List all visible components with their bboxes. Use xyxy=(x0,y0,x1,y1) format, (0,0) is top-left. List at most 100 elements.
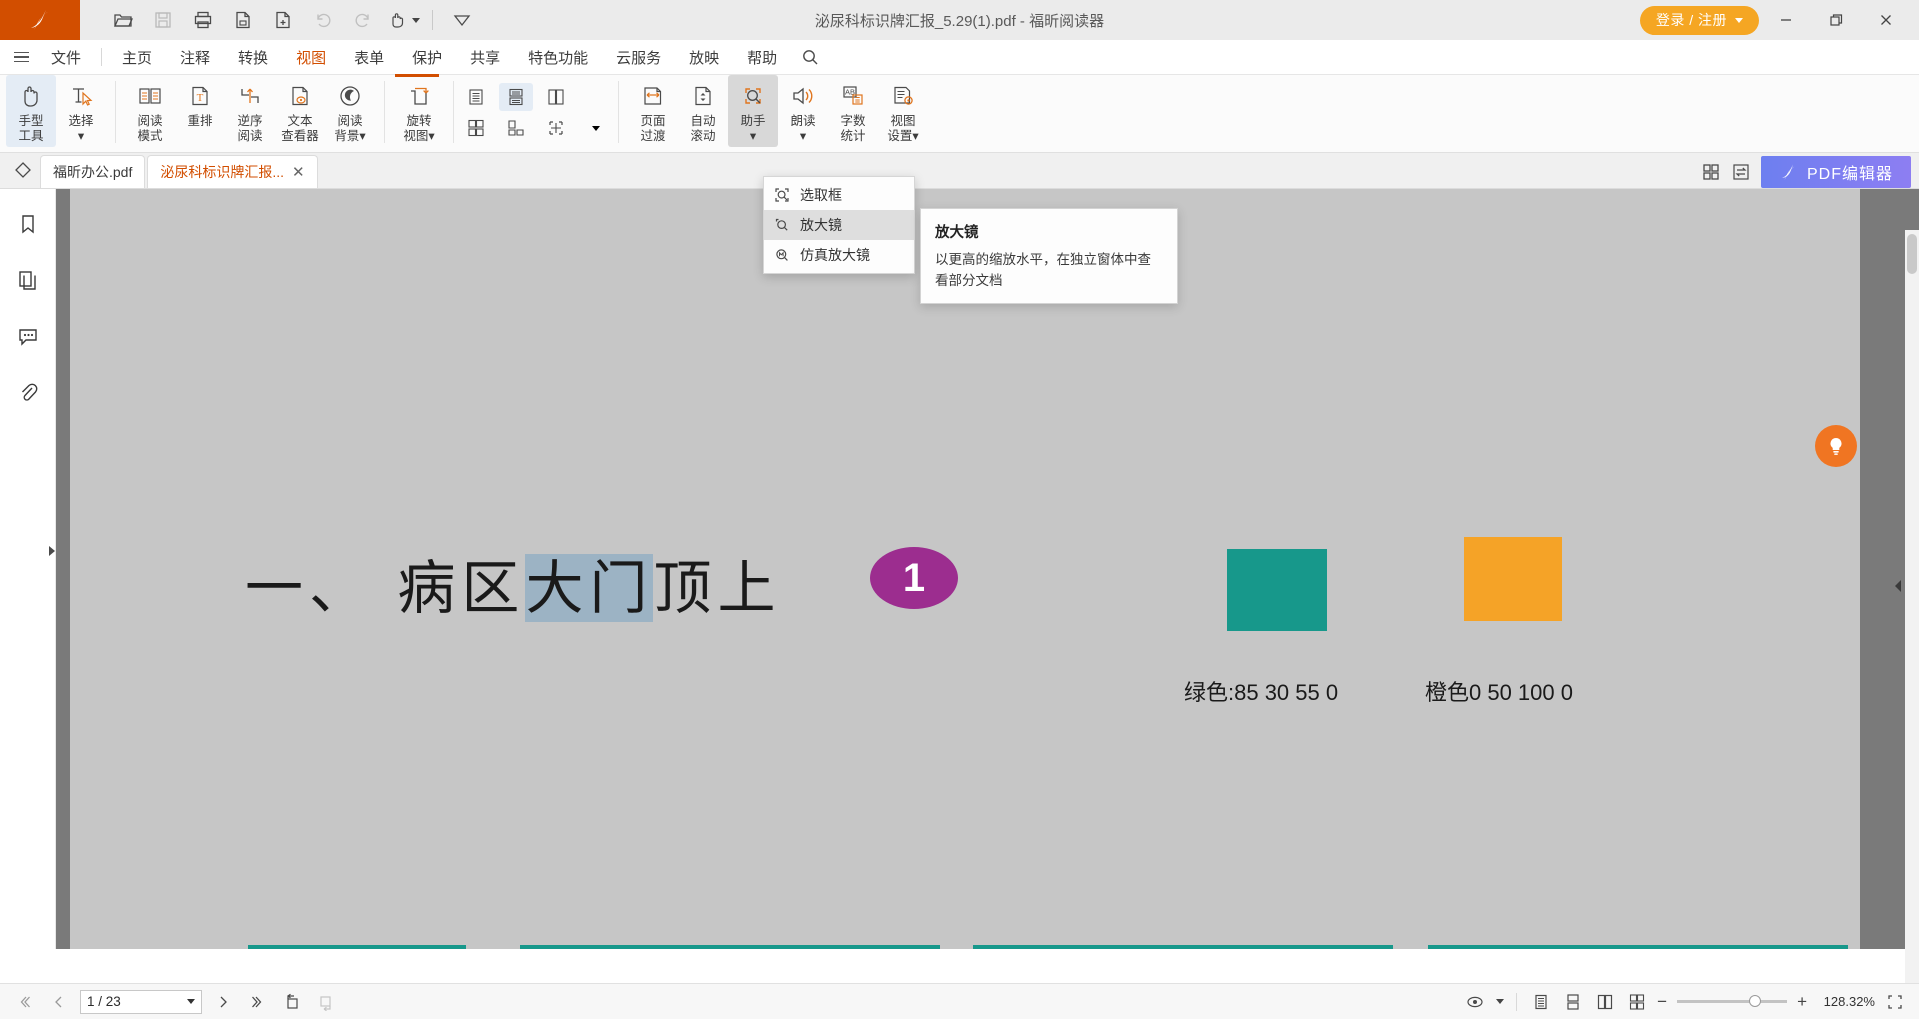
menu-item-file[interactable]: 文件 xyxy=(37,43,95,72)
chevron-down-icon[interactable] xyxy=(1496,999,1505,1004)
rotate-view-button[interactable]: 旋转 视图▾ xyxy=(394,75,444,147)
right-panel-expand-icon[interactable] xyxy=(1893,578,1903,594)
view-mode-icon[interactable] xyxy=(1464,990,1488,1014)
menu-item-protect[interactable]: 保护 xyxy=(398,43,456,72)
assistant-button[interactable]: 助手 ▾ xyxy=(728,75,778,147)
layout-continuous-icon[interactable] xyxy=(1561,990,1585,1014)
rotate-right-icon[interactable] xyxy=(314,990,338,1014)
rotate-left-icon[interactable] xyxy=(280,990,304,1014)
document-tab-2[interactable]: 泌尿科标识牌汇报... ✕ xyxy=(147,155,318,188)
bookmark-icon[interactable] xyxy=(11,209,45,239)
close-button[interactable] xyxy=(1863,0,1909,40)
menu-item-comment[interactable]: 注释 xyxy=(166,43,224,72)
read-background-button[interactable]: 阅读 背景▾ xyxy=(325,75,375,147)
open-icon[interactable] xyxy=(104,3,142,37)
menu-item-present[interactable]: 放映 xyxy=(675,43,733,72)
copy-page-icon[interactable] xyxy=(224,3,262,37)
scrollbar-thumb[interactable] xyxy=(1907,234,1917,274)
two-page-continuous-icon[interactable] xyxy=(459,114,493,142)
save-icon[interactable] xyxy=(144,3,182,37)
select-tool-button[interactable]: 选择 ▾ xyxy=(56,75,106,147)
menu-item-home[interactable]: 主页 xyxy=(108,43,166,72)
read-aloud-button[interactable]: 朗读 ▾ xyxy=(778,75,828,147)
layout-dropdown-icon[interactable] xyxy=(579,114,613,142)
login-register-button[interactable]: 登录 / 注册 xyxy=(1639,5,1759,35)
hand-tool-label-1: 手型 xyxy=(18,114,44,128)
tab-grid-icon[interactable] xyxy=(1701,162,1721,182)
menu-item-loupe[interactable]: 仿真放大镜 xyxy=(764,240,914,270)
split-view-icon[interactable] xyxy=(539,114,573,142)
zoom-in-button[interactable]: + xyxy=(1797,992,1807,1012)
redo-icon[interactable] xyxy=(344,3,382,37)
foxit-reader-window: 泌尿科标识牌汇报_5.29(1).pdf - 福昕阅读器 登录 / 注册 文件 … xyxy=(0,0,1919,1019)
close-icon[interactable]: ✕ xyxy=(292,163,305,181)
document-tab-1[interactable]: 福昕办公.pdf xyxy=(40,155,146,188)
hand-tool-icon[interactable] xyxy=(384,3,422,37)
auto-scroll-button[interactable]: 自动 滚动 xyxy=(678,75,728,147)
chevron-down-icon xyxy=(592,125,600,131)
hamburger-icon[interactable] xyxy=(14,51,29,63)
menu-item-features[interactable]: 特色功能 xyxy=(514,43,602,72)
heading-suffix: 顶上 xyxy=(653,554,782,622)
layout-two-continuous-icon[interactable] xyxy=(1625,990,1649,1014)
menu-item-magnifier[interactable]: 放大镜 xyxy=(764,210,914,240)
layout-single-icon[interactable] xyxy=(1529,990,1553,1014)
sign-card-1: 二 区 Second Region xyxy=(248,945,466,949)
rotate-view-icon xyxy=(405,80,433,112)
last-page-icon[interactable] xyxy=(246,990,270,1014)
zoom-out-button[interactable]: − xyxy=(1657,992,1667,1012)
page-transition-button[interactable]: 页面 过渡 xyxy=(628,75,678,147)
customize-icon[interactable] xyxy=(443,3,481,37)
continuous-page-icon[interactable] xyxy=(499,83,533,111)
zoom-slider[interactable] xyxy=(1677,995,1788,1007)
chevron-down-icon[interactable] xyxy=(411,17,420,23)
select-tool-label-2: ▾ xyxy=(77,129,85,143)
zoom-slider-knob[interactable] xyxy=(1749,995,1762,1007)
menu-item-help[interactable]: 帮助 xyxy=(733,43,791,72)
home-diamond-icon[interactable] xyxy=(6,152,40,188)
chevron-down-icon[interactable] xyxy=(187,999,195,1004)
tips-bulb-icon[interactable] xyxy=(1815,425,1857,467)
attachments-icon[interactable] xyxy=(11,377,45,407)
pdf-editor-label: PDF编辑器 xyxy=(1806,166,1893,183)
layout-row-2 xyxy=(459,114,613,142)
menu-item-marquee-zoom[interactable]: 选取框 xyxy=(764,180,914,210)
text-viewer-label-2: 查看器 xyxy=(281,129,319,143)
single-page-icon[interactable] xyxy=(459,83,493,111)
zoom-level-value[interactable]: 128.32% xyxy=(1817,994,1875,1009)
fullscreen-icon[interactable] xyxy=(1883,990,1907,1014)
text-viewer-button[interactable]: 文本 查看器 xyxy=(275,75,325,147)
reflow-button[interactable]: T 重排 xyxy=(175,75,225,147)
two-page-icon[interactable] xyxy=(539,83,573,111)
reverse-read-label-1: 逆序 xyxy=(237,114,263,128)
hand-tool-button[interactable]: 手型 工具 xyxy=(6,75,56,147)
minimize-button[interactable] xyxy=(1763,0,1809,40)
page-number-input[interactable]: 1 / 23 xyxy=(80,989,202,1014)
comments-icon[interactable] xyxy=(11,321,45,351)
undo-icon[interactable] xyxy=(304,3,342,37)
pdf-editor-button[interactable]: PDF编辑器 xyxy=(1760,156,1911,188)
menu-item-form[interactable]: 表单 xyxy=(340,43,398,72)
menu-item-convert[interactable]: 转换 xyxy=(224,43,282,72)
reverse-read-button[interactable]: 逆序 阅读 xyxy=(225,75,275,147)
vertical-scrollbar[interactable] xyxy=(1905,230,1919,983)
menu-item-view[interactable]: 视图 xyxy=(282,43,340,72)
menu-item-share[interactable]: 共享 xyxy=(456,43,514,72)
separate-cover-icon[interactable] xyxy=(499,114,533,142)
sign-card-3: 妇 科 Gynaecology xyxy=(973,945,1393,949)
read-mode-button[interactable]: 阅读 模式 xyxy=(125,75,175,147)
next-page-icon[interactable] xyxy=(212,990,236,1014)
print-icon[interactable] xyxy=(184,3,222,37)
search-icon[interactable] xyxy=(791,48,829,66)
reflow-label-1: 重排 xyxy=(187,114,213,128)
new-page-icon[interactable] xyxy=(264,3,302,37)
word-count-button[interactable]: AB 字数 统计 xyxy=(828,75,878,147)
view-settings-button[interactable]: 视图 设置▾ xyxy=(878,75,928,147)
layout-two-icon[interactable] xyxy=(1593,990,1617,1014)
tab-swap-icon[interactable] xyxy=(1731,162,1751,182)
prev-page-icon[interactable] xyxy=(46,990,70,1014)
pages-thumbnail-icon[interactable] xyxy=(11,265,45,295)
restore-button[interactable] xyxy=(1813,0,1859,40)
menu-item-cloud[interactable]: 云服务 xyxy=(602,43,675,72)
first-page-icon[interactable] xyxy=(12,990,36,1014)
